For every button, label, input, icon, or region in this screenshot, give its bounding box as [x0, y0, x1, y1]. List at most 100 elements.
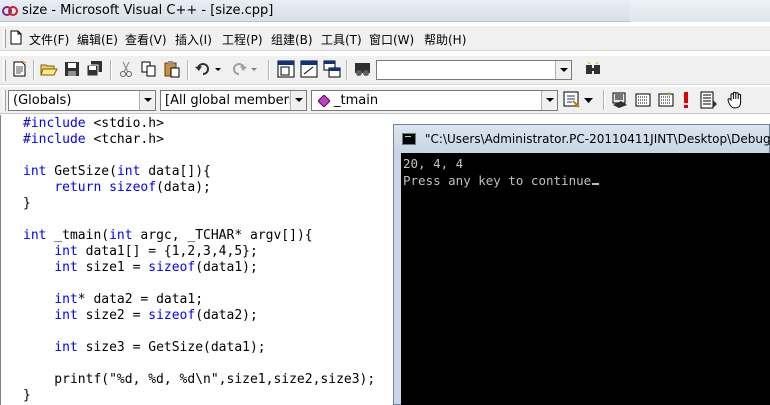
code-text: }	[23, 196, 31, 211]
menubar-grip[interactable]	[3, 29, 6, 48]
console-window[interactable]: "C:\Users\Administrator.PC-20110411JINT\…	[393, 124, 770, 405]
title-bar: size - Microsoft Visual C++ - [size.cpp]	[0, 0, 770, 22]
console-output[interactable]: 20, 4, 4 Press any key to continue	[401, 153, 770, 405]
toolbar-separator	[268, 60, 270, 80]
console-icon[interactable]	[402, 133, 416, 145]
workspace-icon[interactable]	[277, 60, 295, 78]
code-keyword: return	[54, 180, 102, 195]
document-icon[interactable]	[10, 30, 22, 45]
toolbar-separator	[110, 60, 112, 80]
code-text: size2 =	[77, 308, 149, 323]
toolbar-separator	[346, 60, 348, 80]
code-keyword: int	[54, 260, 78, 275]
code-keyword: int	[54, 292, 78, 307]
undo-icon[interactable]	[194, 60, 222, 78]
code-keyword: int	[54, 340, 78, 355]
code-text: GetSize(	[46, 164, 117, 179]
menu-help[interactable]: 帮助(H)	[424, 31, 466, 48]
code-text: (data1);	[195, 260, 258, 275]
console-line: Press any key to continue	[403, 173, 600, 189]
toolbar-separator	[187, 60, 189, 80]
member-combo[interactable]: _tmain	[311, 90, 558, 111]
breakpoint-list-icon[interactable]	[700, 91, 718, 109]
save-icon[interactable]	[63, 60, 81, 78]
find-combo[interactable]	[376, 60, 572, 80]
code-text: <tchar.h>	[85, 132, 164, 147]
menu-window[interactable]: 窗口(W)	[369, 31, 414, 48]
code-line: int size1 = sizeof(data1);	[23, 260, 258, 276]
go-hand-icon[interactable]	[727, 91, 745, 109]
menu-edit[interactable]: 编辑(E)	[77, 31, 118, 48]
code-text: * data2 = data1;	[77, 292, 204, 307]
window-title: size - Microsoft Visual C++ - [size.cpp]	[22, 3, 274, 18]
menu-tools[interactable]: 工具(T)	[321, 31, 362, 48]
code-text: data[]){	[140, 164, 211, 179]
code-keyword: sizeof	[148, 308, 196, 323]
cut-icon[interactable]	[117, 60, 135, 78]
filter-combo-dropdown-button[interactable]	[290, 91, 306, 110]
code-line: printf("%d, %d, %d\n",size1,size2,size3)…	[23, 372, 375, 388]
compile-icon[interactable]	[611, 91, 629, 109]
code-line: return sizeof(data);	[23, 180, 211, 196]
toolbar-grip[interactable]	[3, 60, 6, 81]
save-all-icon[interactable]	[86, 60, 104, 78]
menu-bar: 文件(F) 编辑(E) 查看(V) 插入(I) 工程(P) 组建(B) 工具(T…	[0, 26, 770, 51]
build-all-icon[interactable]	[657, 91, 675, 109]
build-icon[interactable]	[634, 91, 652, 109]
execute-icon[interactable]	[680, 91, 692, 109]
menu-project[interactable]: 工程(P)	[222, 31, 263, 48]
member-combo-text: _tmain	[334, 93, 379, 108]
find-icon[interactable]	[584, 60, 602, 78]
find-combo-dropdown-button[interactable]	[555, 61, 571, 79]
new-text-file-icon[interactable]	[11, 60, 29, 78]
copy-icon[interactable]	[140, 60, 158, 78]
menu-build[interactable]: 组建(B)	[271, 31, 313, 48]
code-text: _tmain(	[46, 228, 110, 243]
code-keyword: int	[116, 164, 141, 179]
code-text: }	[23, 388, 31, 403]
output-icon[interactable]	[300, 60, 318, 78]
wizard-bar: (Globals) [All global members _tmain	[0, 87, 770, 114]
wizardbar-grip[interactable]	[3, 90, 6, 111]
console-title-bar[interactable]: "C:\Users\Administrator.PC-20110411JINT\…	[394, 125, 770, 153]
code-line: #include <tchar.h>	[23, 132, 164, 148]
code-text: (data2);	[195, 308, 258, 323]
toolbar-separator	[603, 90, 605, 110]
function-member-icon	[318, 95, 330, 107]
member-combo-dropdown-button[interactable]	[541, 91, 557, 110]
code-line: }	[23, 196, 31, 212]
standard-toolbar	[0, 56, 770, 85]
code-keyword: int	[54, 308, 78, 323]
code-text: printf("%d, %d, %d\n",size1,size2,size3)…	[23, 372, 376, 387]
code-keyword: int	[54, 244, 78, 259]
code-keyword: int	[23, 228, 47, 243]
find-in-files-icon[interactable]	[354, 60, 372, 78]
filter-combo-text: [All global members	[165, 93, 296, 108]
class-combo-dropdown-button[interactable]	[139, 91, 155, 110]
code-line: int data1[] = {1,2,3,4,5};	[23, 244, 258, 260]
paste-icon[interactable]	[163, 60, 181, 78]
code-text: size1 =	[77, 260, 149, 275]
code-line: int GetSize(int data[]){	[23, 164, 211, 180]
redo-icon[interactable]	[230, 60, 258, 78]
open-folder-icon[interactable]	[40, 60, 58, 78]
visual-cpp-app-icon[interactable]	[2, 4, 18, 18]
filter-combo[interactable]: [All global members	[160, 90, 307, 111]
code-text: (data);	[156, 180, 211, 195]
wizard-action-icon[interactable]	[563, 91, 581, 109]
class-combo[interactable]: (Globals)	[8, 90, 156, 111]
wizard-action-dropdown-icon[interactable]	[584, 98, 594, 104]
menu-view[interactable]: 查看(V)	[125, 31, 167, 48]
code-keyword: sizeof	[148, 260, 196, 275]
menu-file[interactable]: 文件(F)	[29, 31, 69, 48]
code-text: size3 = GetSize(data1);	[77, 340, 266, 355]
code-line: int* data2 = data1;	[23, 292, 203, 308]
menu-insert[interactable]: 插入(I)	[175, 31, 212, 48]
window-list-icon[interactable]	[323, 60, 341, 78]
code-keyword: int	[109, 228, 133, 243]
class-combo-text: (Globals)	[13, 93, 72, 108]
